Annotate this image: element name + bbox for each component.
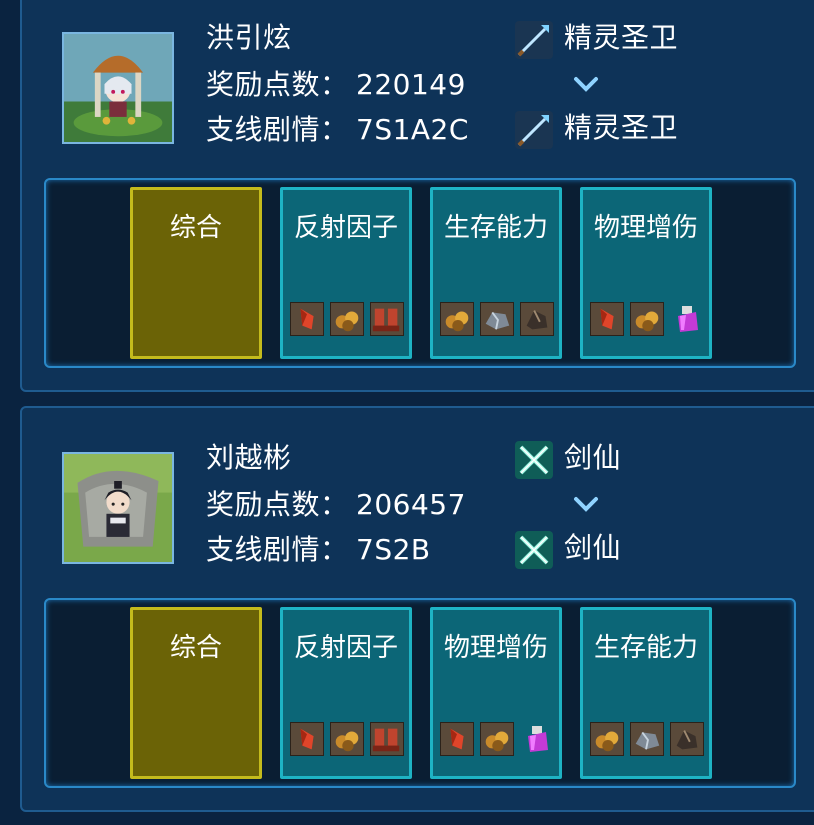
boots-icon [370, 302, 404, 336]
tab-label: 生存能力 [593, 633, 698, 663]
crossed-swords-icon [515, 441, 553, 479]
dark-ore-icon [520, 302, 554, 336]
player-avatar[interactable] [62, 452, 174, 564]
reward-points-value: 206457 [356, 488, 466, 521]
player-avatar[interactable] [62, 32, 174, 144]
boots-icon [370, 722, 404, 756]
tab-label: 反射因子 [293, 213, 398, 243]
tab-overall[interactable]: 综合 [130, 187, 262, 359]
tab-reflect-factor[interactable]: 反射因子 [280, 607, 412, 779]
elf-avatar-icon [64, 34, 172, 142]
potion-icon [670, 302, 704, 336]
ore-icon [440, 302, 474, 336]
branch-story-label: 支线剧情： [206, 533, 349, 566]
reward-points-label: 奖励点数： [206, 488, 349, 521]
build-tabs-panel: 综合 反射因子 生存能力 物理增伤 [44, 178, 796, 368]
tab-overall[interactable]: 综合 [130, 607, 262, 779]
reward-points-label: 奖励点数： [206, 68, 349, 101]
player-name: 洪引炫 [206, 21, 292, 54]
red-crystal-icon [290, 302, 324, 336]
tab-physical-damage[interactable]: 物理增伤 [580, 187, 712, 359]
ore-icon [480, 722, 514, 756]
red-crystal-icon [590, 302, 624, 336]
player-name: 刘越彬 [206, 441, 292, 474]
ore-icon [590, 722, 624, 756]
iron-ore-icon [630, 722, 664, 756]
ore-icon [330, 722, 364, 756]
tab-label: 综合 [169, 633, 222, 663]
chevron-down-icon[interactable] [573, 495, 599, 515]
class-name-current: 剑仙 [564, 441, 622, 474]
ore-icon [630, 302, 664, 336]
reward-points-value: 220149 [356, 68, 466, 101]
branch-story-value: 7S2B [356, 533, 431, 566]
tab-physical-damage[interactable]: 物理增伤 [430, 607, 562, 779]
ore-icon [330, 302, 364, 336]
tab-label: 综合 [169, 213, 222, 243]
red-crystal-icon [440, 722, 474, 756]
tab-reflect-factor[interactable]: 反射因子 [280, 187, 412, 359]
crossed-swords-icon [515, 531, 553, 569]
tab-survivability[interactable]: 生存能力 [580, 607, 712, 779]
class-name-target: 精灵圣卫 [564, 111, 679, 144]
tab-label: 反射因子 [293, 633, 398, 663]
tab-label: 物理增伤 [593, 213, 698, 243]
dark-ore-icon [670, 722, 704, 756]
swordsman-avatar-icon [64, 454, 172, 562]
spear-icon [515, 111, 553, 149]
class-name-target: 剑仙 [564, 531, 622, 564]
chevron-down-icon[interactable] [573, 75, 599, 95]
tab-label: 物理增伤 [443, 633, 548, 663]
red-crystal-icon [290, 722, 324, 756]
tab-label: 生存能力 [443, 213, 548, 243]
build-tabs-panel: 综合 反射因子 物理增伤 生存能力 [44, 598, 796, 788]
branch-story-label: 支线剧情： [206, 113, 349, 146]
branch-story-value: 7S1A2C [356, 113, 469, 146]
tab-survivability[interactable]: 生存能力 [430, 187, 562, 359]
potion-icon [520, 722, 554, 756]
class-name-current: 精灵圣卫 [564, 21, 679, 54]
iron-ore-icon [480, 302, 514, 336]
spear-icon [515, 21, 553, 59]
